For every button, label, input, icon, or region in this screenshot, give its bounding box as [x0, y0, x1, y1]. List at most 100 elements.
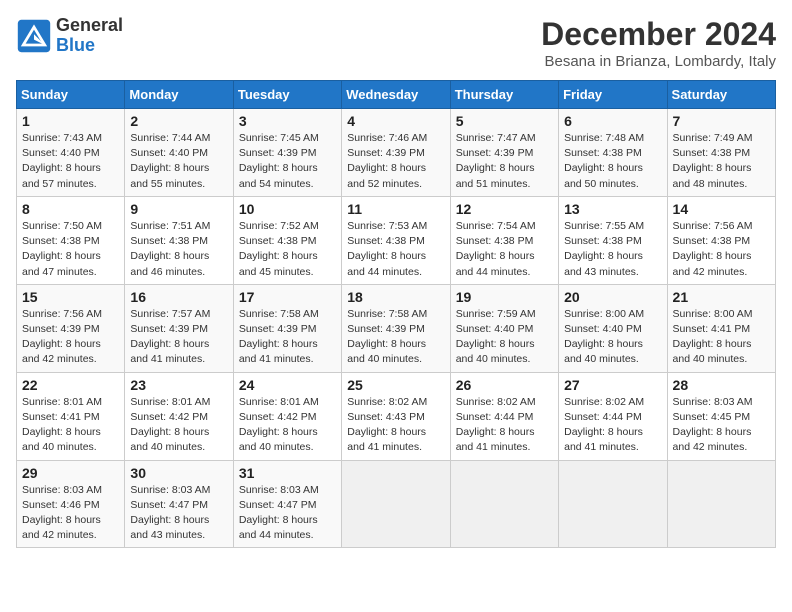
day-info: Sunrise: 7:45 AM Sunset: 4:39 PM Dayligh…	[239, 131, 336, 192]
day-info: Sunrise: 7:49 AM Sunset: 4:38 PM Dayligh…	[673, 131, 770, 192]
day-info: Sunrise: 7:46 AM Sunset: 4:39 PM Dayligh…	[347, 131, 444, 192]
day-info: Sunrise: 7:48 AM Sunset: 4:38 PM Dayligh…	[564, 131, 661, 192]
logo-line1: General	[56, 16, 123, 36]
calendar-cell: 17 Sunrise: 7:58 AM Sunset: 4:39 PM Dayli…	[233, 284, 341, 372]
day-number: 6	[564, 113, 661, 129]
day-number: 2	[130, 113, 227, 129]
calendar-table: SundayMondayTuesdayWednesdayThursdayFrid…	[16, 80, 776, 548]
day-info: Sunrise: 7:50 AM Sunset: 4:38 PM Dayligh…	[22, 219, 119, 280]
logo-icon	[16, 18, 52, 54]
location: Besana in Brianza, Lombardy, Italy	[541, 53, 776, 70]
page-header: General Blue December 2024 Besana in Bri…	[16, 16, 776, 70]
day-number: 7	[673, 113, 770, 129]
logo-line2: Blue	[56, 36, 123, 56]
calendar-cell: 14 Sunrise: 7:56 AM Sunset: 4:38 PM Dayli…	[667, 196, 775, 284]
day-info: Sunrise: 8:00 AM Sunset: 4:41 PM Dayligh…	[673, 307, 770, 368]
calendar-cell: 6 Sunrise: 7:48 AM Sunset: 4:38 PM Daylig…	[559, 109, 667, 197]
calendar-cell	[559, 460, 667, 548]
day-info: Sunrise: 7:59 AM Sunset: 4:40 PM Dayligh…	[456, 307, 553, 368]
calendar-cell	[450, 460, 558, 548]
day-info: Sunrise: 7:57 AM Sunset: 4:39 PM Dayligh…	[130, 307, 227, 368]
day-number: 29	[22, 465, 119, 481]
calendar-week-row: 22 Sunrise: 8:01 AM Sunset: 4:41 PM Dayli…	[17, 372, 776, 460]
day-number: 4	[347, 113, 444, 129]
calendar-cell: 29 Sunrise: 8:03 AM Sunset: 4:46 PM Dayli…	[17, 460, 125, 548]
day-number: 16	[130, 289, 227, 305]
day-number: 14	[673, 201, 770, 217]
day-info: Sunrise: 7:53 AM Sunset: 4:38 PM Dayligh…	[347, 219, 444, 280]
title-block: December 2024 Besana in Brianza, Lombard…	[541, 16, 776, 70]
day-number: 3	[239, 113, 336, 129]
calendar-cell: 25Sunrise: 8:02 AM Sunset: 4:43 PM Dayli…	[342, 372, 450, 460]
day-number: 28	[673, 377, 770, 393]
calendar-cell: 2Sunrise: 7:44 AM Sunset: 4:40 PM Daylig…	[125, 109, 233, 197]
calendar-week-row: 29 Sunrise: 8:03 AM Sunset: 4:46 PM Dayli…	[17, 460, 776, 548]
calendar-cell: 26Sunrise: 8:02 AM Sunset: 4:44 PM Dayli…	[450, 372, 558, 460]
calendar-cell: 10 Sunrise: 7:52 AM Sunset: 4:38 PM Dayli…	[233, 196, 341, 284]
calendar-cell: 22 Sunrise: 8:01 AM Sunset: 4:41 PM Dayli…	[17, 372, 125, 460]
calendar-header-row: SundayMondayTuesdayWednesdayThursdayFrid…	[17, 81, 776, 109]
day-of-week-header: Friday	[559, 81, 667, 109]
day-number: 9	[130, 201, 227, 217]
calendar-cell: 8 Sunrise: 7:50 AM Sunset: 4:38 PM Daylig…	[17, 196, 125, 284]
day-info: Sunrise: 7:43 AM Sunset: 4:40 PM Dayligh…	[22, 131, 119, 192]
day-info: Sunrise: 8:03 AM Sunset: 4:46 PM Dayligh…	[22, 483, 119, 544]
day-info: Sunrise: 8:00 AM Sunset: 4:40 PM Dayligh…	[564, 307, 661, 368]
calendar-cell: 9 Sunrise: 7:51 AM Sunset: 4:38 PM Daylig…	[125, 196, 233, 284]
calendar-body: 1 Sunrise: 7:43 AM Sunset: 4:40 PM Daylig…	[17, 109, 776, 548]
day-number: 15	[22, 289, 119, 305]
day-info: Sunrise: 7:52 AM Sunset: 4:38 PM Dayligh…	[239, 219, 336, 280]
day-number: 10	[239, 201, 336, 217]
day-info: Sunrise: 8:02 AM Sunset: 4:44 PM Dayligh…	[456, 395, 553, 456]
day-number: 30	[130, 465, 227, 481]
day-info: Sunrise: 8:01 AM Sunset: 4:42 PM Dayligh…	[130, 395, 227, 456]
day-info: Sunrise: 7:58 AM Sunset: 4:39 PM Dayligh…	[239, 307, 336, 368]
day-info: Sunrise: 8:01 AM Sunset: 4:42 PM Dayligh…	[239, 395, 336, 456]
calendar-cell	[667, 460, 775, 548]
calendar-cell: 24 Sunrise: 8:01 AM Sunset: 4:42 PM Dayli…	[233, 372, 341, 460]
calendar-cell: 21Sunrise: 8:00 AM Sunset: 4:41 PM Dayli…	[667, 284, 775, 372]
day-number: 13	[564, 201, 661, 217]
day-number: 19	[456, 289, 553, 305]
calendar-cell: 15 Sunrise: 7:56 AM Sunset: 4:39 PM Dayli…	[17, 284, 125, 372]
day-number: 31	[239, 465, 336, 481]
day-info: Sunrise: 8:03 AM Sunset: 4:45 PM Dayligh…	[673, 395, 770, 456]
day-number: 17	[239, 289, 336, 305]
day-of-week-header: Monday	[125, 81, 233, 109]
calendar-cell: 7 Sunrise: 7:49 AM Sunset: 4:38 PM Daylig…	[667, 109, 775, 197]
calendar-cell	[342, 460, 450, 548]
day-info: Sunrise: 8:01 AM Sunset: 4:41 PM Dayligh…	[22, 395, 119, 456]
day-of-week-header: Sunday	[17, 81, 125, 109]
day-info: Sunrise: 7:56 AM Sunset: 4:39 PM Dayligh…	[22, 307, 119, 368]
day-number: 27	[564, 377, 661, 393]
calendar-cell: 3 Sunrise: 7:45 AM Sunset: 4:39 PM Daylig…	[233, 109, 341, 197]
day-info: Sunrise: 7:51 AM Sunset: 4:38 PM Dayligh…	[130, 219, 227, 280]
day-info: Sunrise: 7:56 AM Sunset: 4:38 PM Dayligh…	[673, 219, 770, 280]
day-info: Sunrise: 7:47 AM Sunset: 4:39 PM Dayligh…	[456, 131, 553, 192]
day-number: 23	[130, 377, 227, 393]
month-title: December 2024	[541, 16, 776, 53]
calendar-cell: 12Sunrise: 7:54 AM Sunset: 4:38 PM Dayli…	[450, 196, 558, 284]
day-number: 8	[22, 201, 119, 217]
calendar-cell: 18Sunrise: 7:58 AM Sunset: 4:39 PM Dayli…	[342, 284, 450, 372]
calendar-cell: 19 Sunrise: 7:59 AM Sunset: 4:40 PM Dayli…	[450, 284, 558, 372]
day-number: 22	[22, 377, 119, 393]
calendar-week-row: 8 Sunrise: 7:50 AM Sunset: 4:38 PM Daylig…	[17, 196, 776, 284]
day-number: 11	[347, 201, 444, 217]
calendar-week-row: 1 Sunrise: 7:43 AM Sunset: 4:40 PM Daylig…	[17, 109, 776, 197]
day-number: 25	[347, 377, 444, 393]
calendar-cell: 1 Sunrise: 7:43 AM Sunset: 4:40 PM Daylig…	[17, 109, 125, 197]
day-info: Sunrise: 8:03 AM Sunset: 4:47 PM Dayligh…	[239, 483, 336, 544]
day-info: Sunrise: 7:55 AM Sunset: 4:38 PM Dayligh…	[564, 219, 661, 280]
day-of-week-header: Wednesday	[342, 81, 450, 109]
day-number: 24	[239, 377, 336, 393]
day-info: Sunrise: 8:02 AM Sunset: 4:44 PM Dayligh…	[564, 395, 661, 456]
day-of-week-header: Thursday	[450, 81, 558, 109]
day-number: 1	[22, 113, 119, 129]
day-info: Sunrise: 7:58 AM Sunset: 4:39 PM Dayligh…	[347, 307, 444, 368]
calendar-cell: 27 Sunrise: 8:02 AM Sunset: 4:44 PM Dayli…	[559, 372, 667, 460]
calendar-cell: 16 Sunrise: 7:57 AM Sunset: 4:39 PM Dayli…	[125, 284, 233, 372]
calendar-cell: 23 Sunrise: 8:01 AM Sunset: 4:42 PM Dayli…	[125, 372, 233, 460]
calendar-cell: 30Sunrise: 8:03 AM Sunset: 4:47 PM Dayli…	[125, 460, 233, 548]
calendar-cell: 20Sunrise: 8:00 AM Sunset: 4:40 PM Dayli…	[559, 284, 667, 372]
